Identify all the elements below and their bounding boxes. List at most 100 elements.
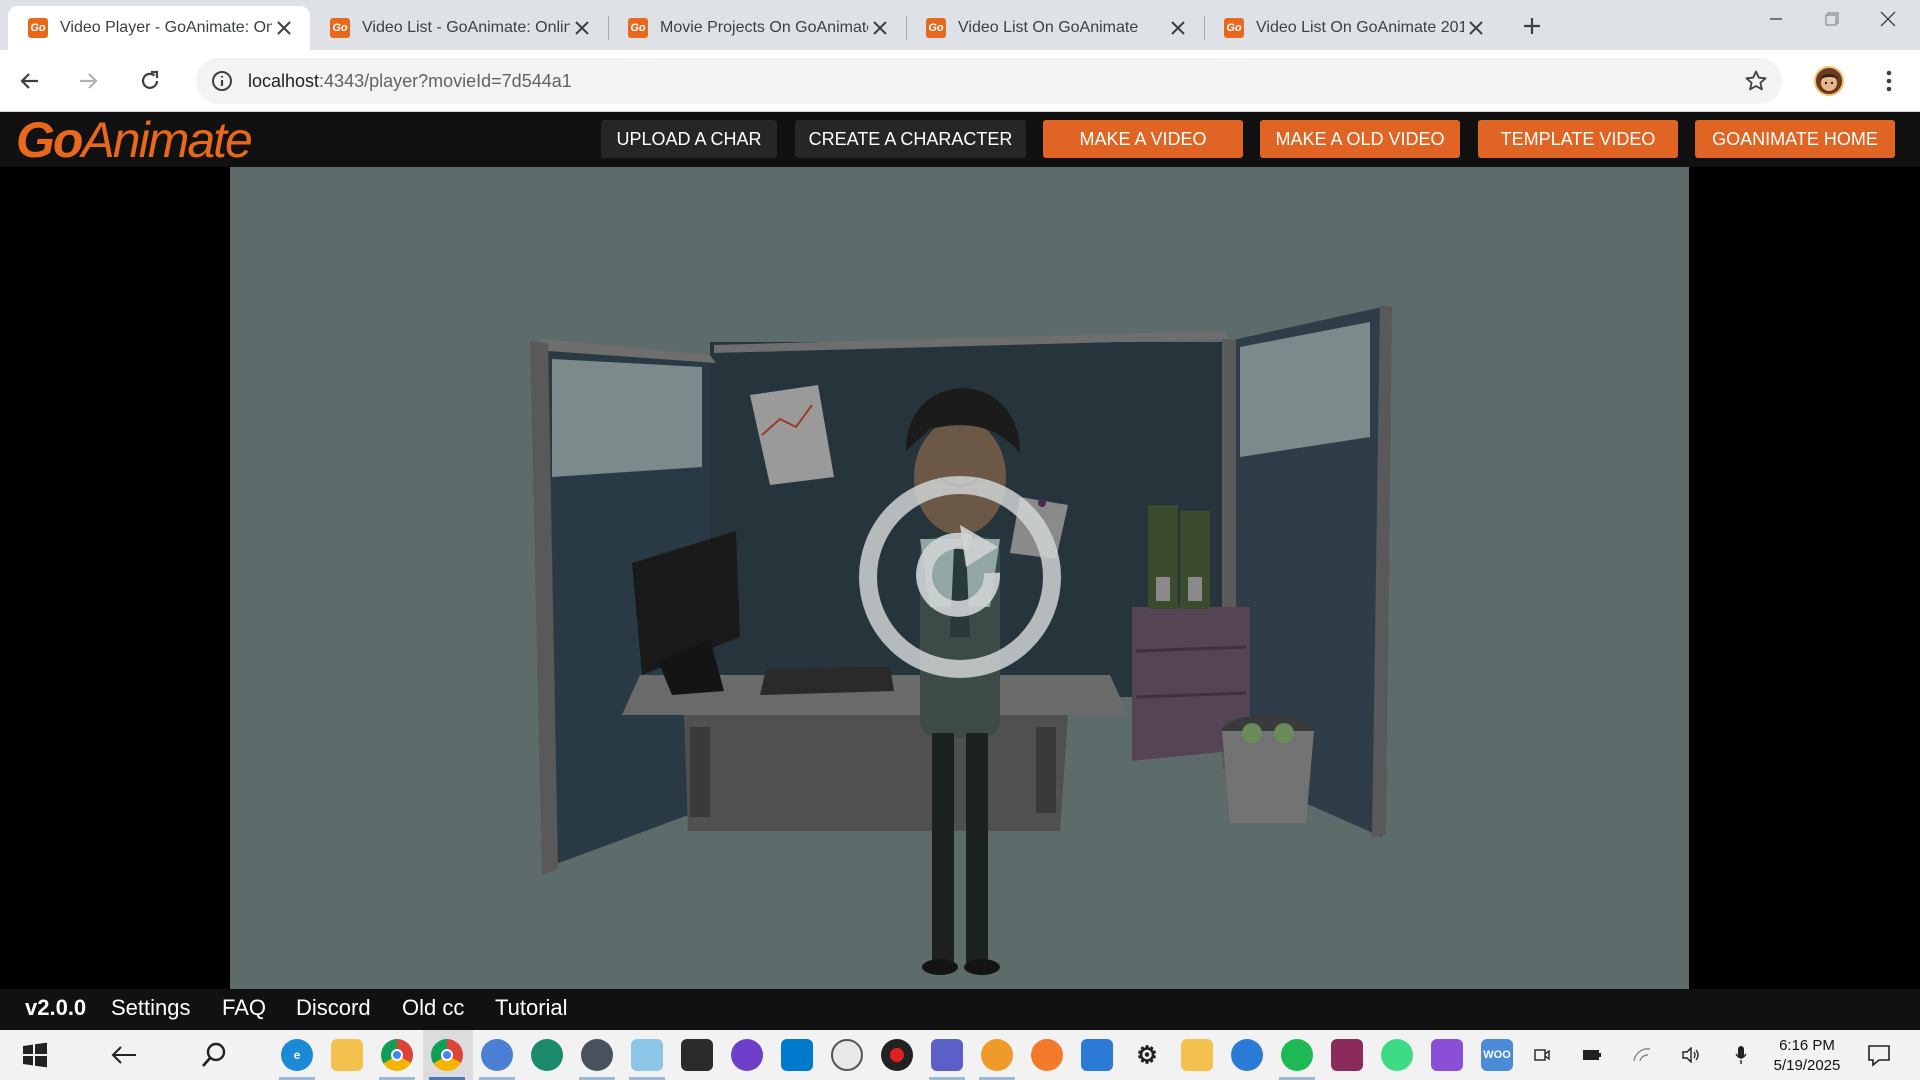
character-leg: [966, 733, 988, 963]
discord-link[interactable]: Discord: [296, 995, 371, 1021]
search-button[interactable]: [198, 1039, 230, 1071]
arrow-left-icon: [20, 73, 38, 89]
forward-button[interactable]: [70, 63, 106, 99]
push-pin: [1038, 499, 1046, 507]
recorder-icon[interactable]: [881, 1039, 913, 1071]
bookmark-star-icon[interactable]: [1744, 69, 1768, 93]
android-studio-icon[interactable]: [1381, 1039, 1413, 1071]
tab-title: Video List On GoAnimate: [958, 19, 1139, 36]
volume-icon[interactable]: [1681, 1045, 1701, 1065]
edge-icon[interactable]: e: [281, 1039, 313, 1071]
terminal-icon[interactable]: [681, 1039, 713, 1071]
clock-app-icon[interactable]: [831, 1039, 863, 1071]
goanimate-favicon-icon: Go: [28, 18, 48, 38]
clock-date: 5/19/2025: [1773, 1057, 1841, 1074]
clipchamp-icon[interactable]: [1431, 1039, 1463, 1071]
site-header: GoAnimate UPLOAD A CHAR CREATE A CHARACT…: [0, 112, 1920, 167]
character-shoe: [922, 959, 958, 975]
tab-video-list-online[interactable]: Go Video List - GoAnimate: Online: [310, 6, 608, 50]
cortana-icon[interactable]: [1231, 1039, 1263, 1071]
wifi-icon[interactable]: [1632, 1045, 1652, 1065]
edge-legacy-icon[interactable]: [531, 1039, 563, 1071]
meet-now-icon[interactable]: [1532, 1045, 1552, 1065]
trash-bin: [1222, 731, 1314, 823]
goanimate-logo[interactable]: GoAnimate: [16, 115, 253, 165]
tab-video-player[interactable]: Go Video Player - GoAnimate: Online: [8, 6, 310, 50]
settings-gear-icon[interactable]: ⚙: [1131, 1039, 1163, 1071]
create-character-button[interactable]: CREATE A CHARACTER: [795, 120, 1026, 158]
url-text: localhost:4343/player?movieId=7d544a1: [248, 71, 572, 92]
chromium-icon[interactable]: [481, 1039, 513, 1071]
taskbar-back-button[interactable]: [108, 1039, 140, 1071]
binder-label: [1188, 577, 1202, 601]
logo-go-text: Go: [16, 112, 83, 168]
goanimate-favicon-icon: Go: [926, 18, 946, 38]
chrome-active-icon[interactable]: [431, 1039, 463, 1071]
new-tab-button[interactable]: [1518, 12, 1546, 40]
close-tab-icon[interactable]: [1464, 16, 1488, 40]
winrar-icon[interactable]: [1331, 1039, 1363, 1071]
vscode-icon[interactable]: [781, 1039, 813, 1071]
chrome-icon[interactable]: [381, 1039, 413, 1071]
faq-link[interactable]: FAQ: [222, 995, 266, 1021]
url-host: localhost: [248, 71, 320, 91]
back-button[interactable]: [12, 63, 48, 99]
goanimate-favicon-icon: Go: [628, 18, 648, 38]
upload-char-button[interactable]: UPLOAD A CHAR: [601, 120, 777, 158]
browser-menu-button[interactable]: [1874, 65, 1904, 97]
cubicle-left-window: [552, 359, 702, 477]
goanimate-home-button[interactable]: GOANIMATE HOME: [1695, 120, 1895, 158]
close-tab-icon[interactable]: [570, 16, 594, 40]
make-old-video-button[interactable]: MAKE A OLD VIDEO: [1260, 120, 1460, 158]
profile-avatar[interactable]: [1814, 66, 1844, 96]
teams-icon[interactable]: [931, 1039, 963, 1071]
logo-animate-text: Animate: [81, 112, 252, 168]
clock-time: 6:16 PM: [1779, 1037, 1835, 1054]
address-bar[interactable]: localhost:4343/player?movieId=7d544a1: [196, 58, 1782, 104]
avatar-face-icon: [1820, 74, 1838, 91]
reload-button[interactable]: [132, 63, 168, 99]
site-info-icon[interactable]: [210, 69, 234, 93]
replay-button[interactable]: [858, 475, 1062, 679]
character-leg: [932, 733, 954, 963]
file-explorer-icon[interactable]: [331, 1039, 363, 1071]
settings-link[interactable]: Settings: [111, 995, 191, 1021]
microphone-icon[interactable]: [1731, 1045, 1751, 1065]
close-tab-icon[interactable]: [272, 16, 296, 40]
electron-icon[interactable]: [581, 1039, 613, 1071]
restore-icon: [1825, 12, 1839, 26]
windows-taskbar: e ⚙ WOO 6:16 PM 5/19/2025: [0, 1030, 1920, 1080]
minimize-window-button[interactable]: [1748, 0, 1804, 38]
spotify-icon[interactable]: [1281, 1039, 1313, 1071]
restore-window-button[interactable]: [1804, 0, 1860, 38]
battery-icon[interactable]: [1582, 1045, 1602, 1065]
paint-icon[interactable]: [1081, 1039, 1113, 1071]
notification-center-icon[interactable]: [1866, 1042, 1892, 1068]
fl-studio-icon[interactable]: [981, 1039, 1013, 1071]
files-icon[interactable]: [1181, 1039, 1213, 1071]
tab-video-list-2015[interactable]: Go Video List On GoAnimate 2015: [1204, 6, 1502, 50]
tab-movie-projects[interactable]: Go Movie Projects On GoAnimate: [608, 6, 906, 50]
close-tab-icon[interactable]: [868, 16, 892, 40]
search-icon: [201, 1042, 226, 1067]
template-video-button[interactable]: TEMPLATE VIDEO: [1478, 120, 1678, 158]
goanimate-favicon-icon: Go: [1224, 18, 1244, 38]
tab-title: Movie Projects On GoAnimate: [660, 19, 868, 36]
more-vertical-icon: [1886, 70, 1892, 92]
github-desktop-icon[interactable]: [731, 1039, 763, 1071]
tab-title: Video List - GoAnimate: Online: [362, 19, 570, 36]
video-player[interactable]: [230, 167, 1689, 989]
trash-paper: [1242, 723, 1262, 743]
system-clock[interactable]: 6:16 PM 5/19/2025: [1762, 1036, 1852, 1076]
make-video-button[interactable]: MAKE A VIDEO: [1043, 120, 1243, 158]
close-tab-icon[interactable]: [1166, 16, 1190, 40]
minimize-icon: [1770, 18, 1782, 20]
old-cc-link[interactable]: Old cc: [402, 995, 464, 1021]
tutorial-link[interactable]: Tutorial: [495, 995, 568, 1021]
tab-video-list[interactable]: Go Video List On GoAnimate: [906, 6, 1204, 50]
notes-icon[interactable]: [631, 1039, 663, 1071]
close-window-button[interactable]: [1860, 0, 1916, 38]
woo-icon[interactable]: WOO: [1481, 1039, 1513, 1071]
blender-icon[interactable]: [1031, 1039, 1063, 1071]
start-button[interactable]: [19, 1039, 51, 1071]
